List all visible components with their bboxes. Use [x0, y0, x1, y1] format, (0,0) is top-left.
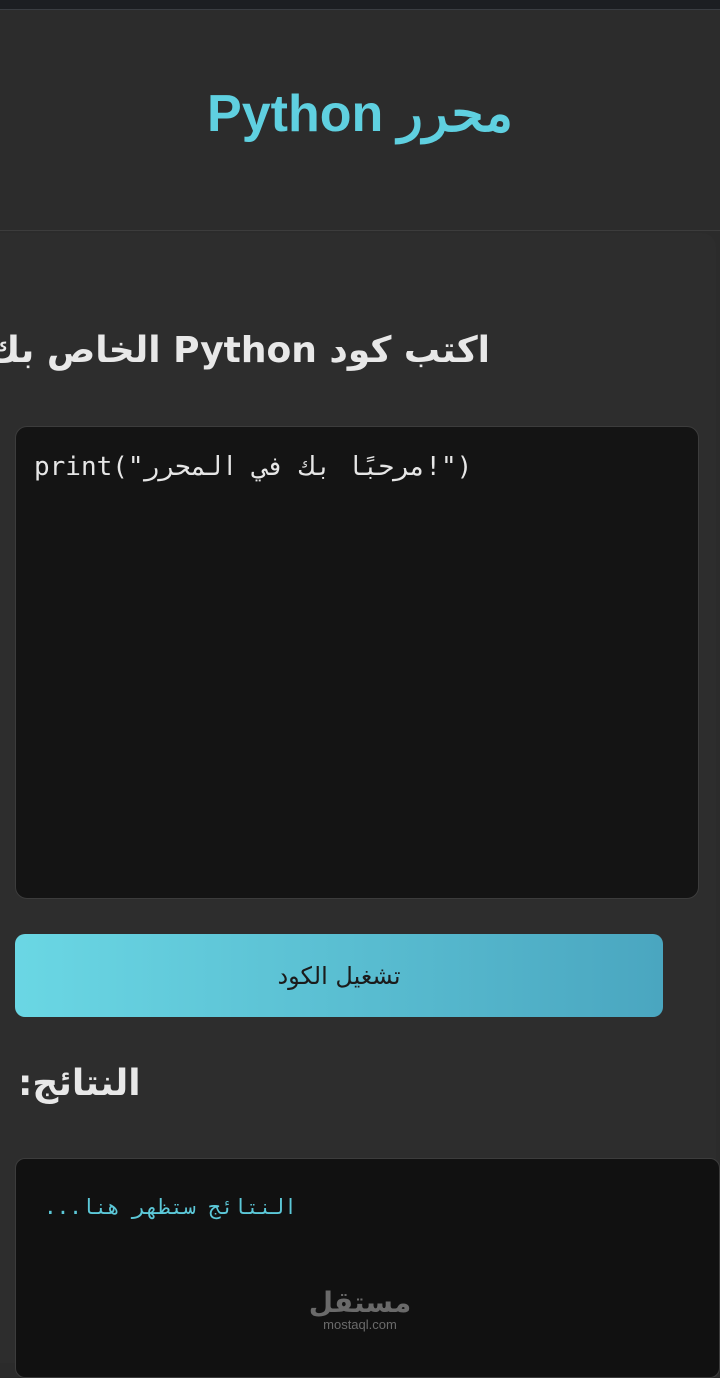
- app-title: محرر Python: [207, 85, 513, 143]
- code-input-heading: اكتب كود Python الخاص بك:: [0, 330, 490, 371]
- watermark-domain: mostaql.com: [323, 1317, 397, 1332]
- results-placeholder-text: النتائج ستظهر هنا...: [44, 1195, 297, 1219]
- results-heading: النتائج:: [18, 1063, 141, 1104]
- code-editor[interactable]: print("مرحبًا بك في المحرر!"): [15, 426, 699, 899]
- top-status-strip: [0, 0, 720, 10]
- run-code-button[interactable]: تشغيل الكود: [15, 934, 663, 1017]
- watermark-brand: مستقل: [308, 1286, 412, 1319]
- app-header: محرر Python: [0, 10, 720, 231]
- results-output-panel: النتائج ستظهر هنا...: [15, 1158, 720, 1378]
- mostaql-watermark: مستقل mostaql.com: [300, 1288, 420, 1332]
